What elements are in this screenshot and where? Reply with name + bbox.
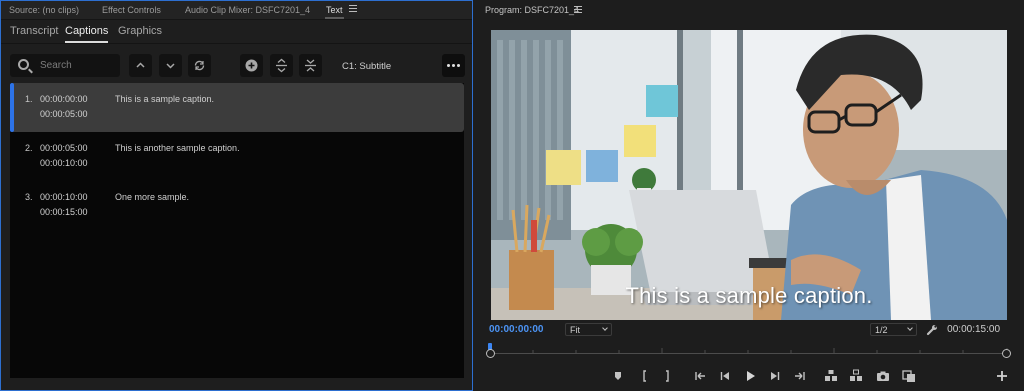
current-timecode[interactable]: 00:00:00:00 (489, 324, 543, 335)
program-monitor-title[interactable]: Program: DSFC7201_4 (485, 5, 579, 15)
monitor-controls: 00:00:00:00 Fit 1/2 00:00:15:00 (474, 322, 1024, 338)
step-back-button[interactable] (718, 369, 732, 383)
extract-button[interactable] (849, 369, 863, 383)
lift-button[interactable] (824, 369, 838, 383)
go-to-out-button[interactable] (793, 369, 807, 383)
panel-menu-icon[interactable] (349, 5, 357, 13)
more-icon (447, 64, 450, 67)
add-caption-button[interactable] (240, 54, 263, 77)
out-point-handle[interactable] (1002, 349, 1011, 358)
split-caption-button[interactable] (270, 54, 293, 77)
mark-out-button[interactable] (660, 369, 674, 383)
search-icon (18, 59, 29, 70)
caption-in-timecode[interactable]: 00:00:00:00 (40, 94, 88, 104)
export-frame-button[interactable] (876, 369, 890, 383)
caption-row-3[interactable]: 3. 00:00:10:00 00:00:15:00 One more samp… (10, 181, 464, 230)
comparison-view-button[interactable] (902, 369, 916, 383)
timeline-track[interactable] (490, 353, 1008, 354)
button-editor-button[interactable] (995, 369, 1009, 383)
search-box[interactable] (10, 54, 120, 77)
caption-number: 3. (25, 192, 33, 202)
wrench-icon[interactable] (926, 324, 938, 336)
camera-icon (877, 371, 889, 381)
tab-source[interactable]: Source: (no clips) (9, 5, 79, 15)
next-caption-button[interactable] (159, 54, 182, 77)
replace-button[interactable] (188, 54, 211, 77)
chevron-down-icon (602, 325, 608, 331)
caption-number: 2. (25, 143, 33, 153)
caption-out-timecode[interactable]: 00:00:05:00 (40, 109, 88, 119)
caption-out-timecode[interactable]: 00:00:15:00 (40, 207, 88, 217)
in-point-handle[interactable] (486, 349, 495, 358)
step-forward-button[interactable] (768, 369, 782, 383)
caption-number: 1. (25, 94, 33, 104)
plus-icon (997, 371, 1007, 381)
more-icon-dot (457, 64, 460, 67)
more-options-button[interactable] (442, 54, 465, 77)
caption-row-1[interactable]: 1. 00:00:00:00 00:00:05:00 This is a sam… (10, 83, 464, 132)
tab-text[interactable]: Text (325, 5, 344, 19)
play-button[interactable] (743, 369, 757, 383)
add-marker-button[interactable] (611, 369, 625, 383)
text-panel: Source: (no clips) Effect Controls Audio… (0, 0, 473, 391)
captions-toolbar: C1: Subtitle (1, 45, 472, 85)
chevron-down-icon (166, 63, 175, 69)
extract-icon (850, 369, 862, 381)
program-monitor: Program: DSFC7201_4 This is a sample cap… (474, 0, 1024, 391)
merge-icon (305, 59, 316, 72)
playback-resolution-dropdown[interactable]: 1/2 (870, 323, 917, 336)
go-to-in-button[interactable] (693, 369, 707, 383)
caption-in-timecode[interactable]: 00:00:05:00 (40, 143, 88, 153)
mark-in-icon (643, 370, 646, 382)
mini-timeline[interactable] (485, 342, 1013, 360)
refresh-icon (194, 60, 205, 71)
program-menu-icon[interactable] (574, 6, 582, 14)
caption-row-2[interactable]: 2. 00:00:05:00 00:00:10:00 This is anoth… (10, 132, 464, 181)
video-scene-image (491, 30, 1007, 320)
caption-track-label[interactable]: C1: Subtitle (342, 61, 391, 72)
caption-overlay-text: This is a sample caption. (625, 283, 873, 308)
tab-transcript[interactable]: Transcript (10, 25, 59, 37)
zoom-level-value: Fit (570, 325, 580, 335)
resolution-value: 1/2 (875, 325, 888, 335)
lift-icon (825, 370, 837, 381)
caption-in-timecode[interactable]: 00:00:10:00 (40, 192, 88, 202)
caption-text[interactable]: This is another sample caption. (115, 143, 240, 153)
tab-graphics[interactable]: Graphics (118, 25, 162, 37)
step-forward-icon (771, 372, 780, 380)
tab-audio-clip-mixer[interactable]: Audio Clip Mixer: DSFC7201_4 (185, 5, 310, 15)
caption-list: 1. 00:00:00:00 00:00:05:00 This is a sam… (10, 83, 464, 378)
caption-out-timecode[interactable]: 00:00:10:00 (40, 158, 88, 168)
tab-effect-controls[interactable]: Effect Controls (102, 5, 161, 15)
split-icon (276, 58, 287, 73)
text-sub-tabs: Transcript Captions Graphics (1, 20, 472, 44)
previous-caption-button[interactable] (129, 54, 152, 77)
caption-text[interactable]: One more sample. (115, 192, 189, 202)
mark-in-button[interactable] (638, 369, 652, 383)
transport-controls (474, 366, 1024, 386)
zoom-level-dropdown[interactable]: Fit (565, 323, 612, 336)
mark-out-icon (666, 370, 669, 382)
panel-tab-bar: Source: (no clips) Effect Controls Audio… (1, 1, 472, 20)
go-to-in-icon (695, 372, 705, 380)
go-to-out-icon (795, 372, 805, 380)
caption-text[interactable]: This is a sample caption. (115, 94, 214, 104)
chevron-up-icon (136, 62, 145, 68)
program-video-frame[interactable]: This is a sample caption. (491, 30, 1007, 320)
merge-captions-button[interactable] (299, 54, 322, 77)
step-back-icon (720, 372, 729, 380)
comparison-view-icon (902, 370, 915, 382)
search-input[interactable] (40, 58, 116, 73)
add-circle-icon (245, 59, 258, 72)
marker-icon (615, 372, 621, 380)
tab-captions[interactable]: Captions (65, 25, 109, 43)
duration-timecode: 00:00:15:00 (947, 324, 1000, 335)
play-icon (747, 371, 755, 381)
more-icon-dot (452, 64, 455, 67)
chevron-down-icon (907, 325, 913, 331)
